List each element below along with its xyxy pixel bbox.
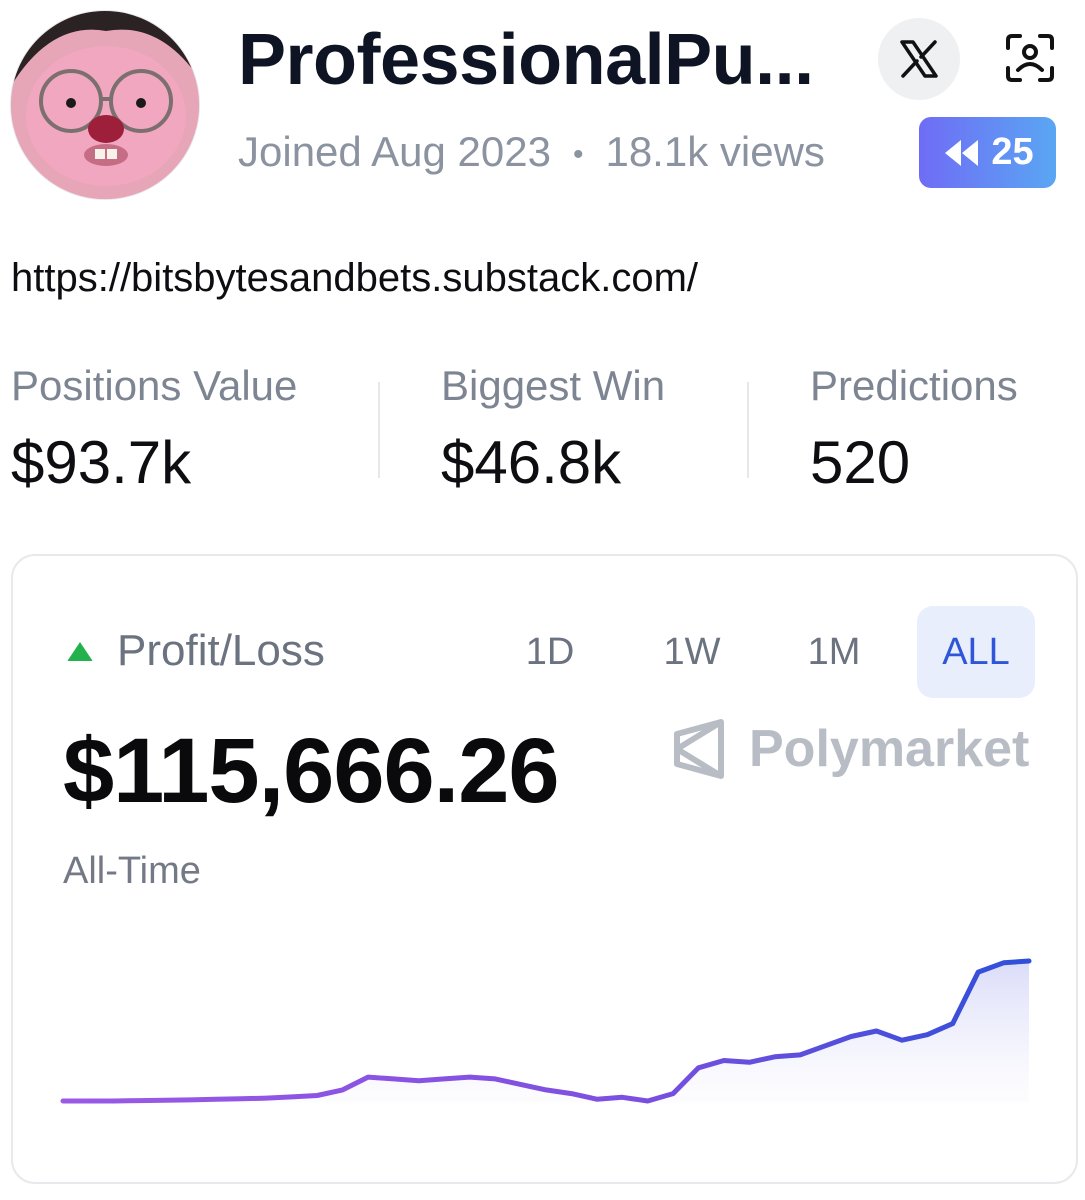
stat-biggest-win: Biggest Win $46.8k	[441, 360, 665, 498]
chart-series-line	[60, 958, 1032, 1104]
profile-meta: Joined Aug 2023 • 18.1k views	[238, 126, 825, 181]
stat-value: $93.7k	[11, 429, 192, 496]
polymarket-brand: Polymarket	[671, 718, 1029, 780]
range-all[interactable]: ALL	[917, 606, 1035, 698]
face-scan-icon	[1006, 34, 1054, 82]
range-selector: 1D 1W 1M ALL	[479, 606, 1035, 698]
profit-loss-amount: $115,666.26	[63, 720, 560, 822]
stat-label: Positions Value	[11, 362, 298, 409]
separator-dot: •	[572, 137, 584, 171]
range-1w[interactable]: 1W	[621, 606, 763, 698]
username: ProfessionalPu...	[238, 20, 814, 100]
view-count: 18.1k views	[605, 128, 825, 175]
rewind-badge[interactable]: 25	[919, 117, 1056, 188]
scan-button[interactable]	[1000, 28, 1060, 88]
profit-loss-header: Profit/Loss	[65, 626, 325, 676]
rewind-icon	[945, 139, 979, 166]
profit-loss-period: All-Time	[63, 850, 201, 892]
avatar[interactable]	[10, 10, 200, 200]
profit-loss-title: Profit/Loss	[117, 626, 325, 675]
joined-date: Joined Aug 2023	[238, 128, 551, 175]
range-1m[interactable]: 1M	[763, 606, 905, 698]
range-1d[interactable]: 1D	[479, 606, 621, 698]
x-logo-icon	[900, 40, 938, 78]
stat-divider	[378, 382, 380, 478]
chart-area-fill	[63, 961, 1029, 1103]
badge-count: 25	[991, 131, 1034, 173]
stat-divider	[747, 382, 749, 478]
avatar-image	[11, 11, 199, 199]
stat-value: $46.8k	[441, 429, 622, 496]
profit-loss-card: Profit/Loss 1D 1W 1M ALL $115,666.26 Pol…	[11, 554, 1078, 1184]
stat-positions-value: Positions Value $93.7k	[11, 360, 297, 498]
stat-value: 520	[810, 429, 911, 496]
x-profile-button[interactable]	[878, 18, 960, 100]
polymarket-label: Polymarket	[749, 720, 1030, 778]
stat-label: Biggest Win	[441, 362, 666, 409]
profile-link[interactable]: https://bitsbytesandbets.substack.com/	[11, 252, 698, 304]
triangle-up-icon	[67, 642, 93, 661]
polymarket-logo-icon	[674, 719, 724, 779]
stat-label: Predictions	[810, 362, 1018, 409]
stat-predictions: Predictions 520	[810, 360, 1018, 498]
